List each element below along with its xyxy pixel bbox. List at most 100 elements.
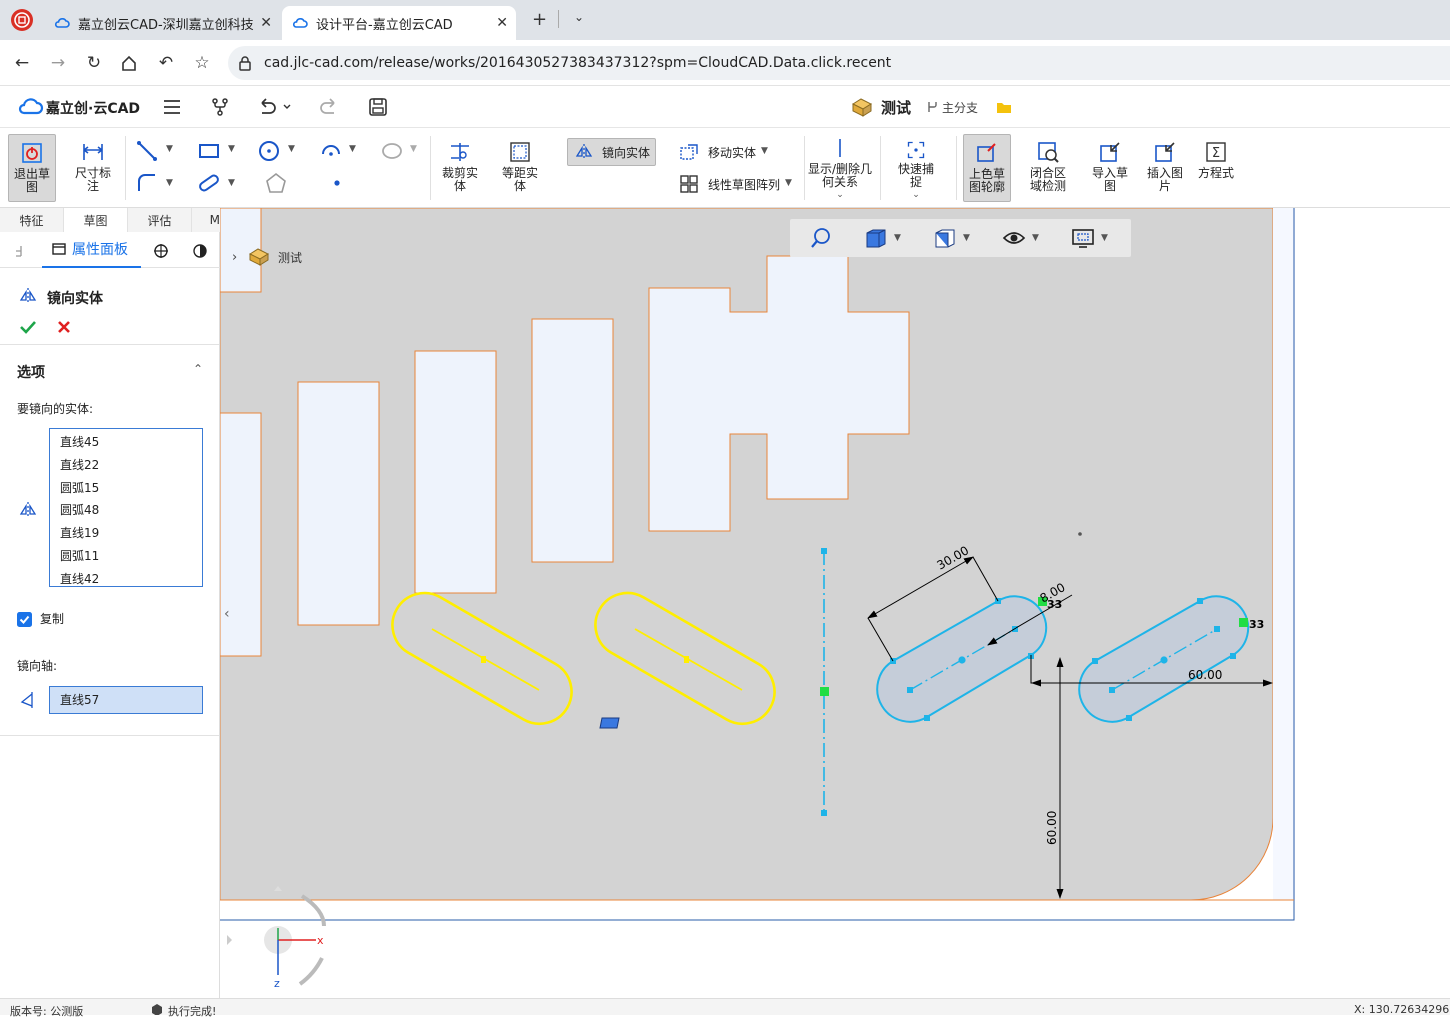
- linear-pattern-icon[interactable]: [678, 173, 700, 195]
- chevron-down-icon[interactable]: ▼: [349, 144, 356, 154]
- arc-tool-icon[interactable]: [320, 140, 342, 162]
- tab-sketch[interactable]: 草图: [64, 208, 128, 232]
- circle-tool-icon[interactable]: [258, 140, 280, 162]
- quick-snap-button[interactable]: 快速捕捉 ⌄: [892, 134, 940, 202]
- undo-icon[interactable]: [256, 97, 292, 117]
- tree-icon[interactable]: [14, 245, 28, 257]
- tab-property-label: 属性面板: [72, 242, 128, 258]
- tab-property-panel[interactable]: 属性面板: [42, 232, 141, 268]
- rectangle-tool-icon[interactable]: [198, 140, 220, 162]
- save-icon[interactable]: [368, 97, 388, 117]
- shade-sketch-button[interactable]: 上色草图轮廓: [963, 134, 1011, 202]
- fillet-tool-icon[interactable]: [136, 172, 158, 194]
- browser-logo-icon[interactable]: [10, 8, 34, 32]
- list-item[interactable]: 圆弧11: [50, 545, 202, 568]
- equation-button[interactable]: Σ 方程式: [1192, 134, 1240, 202]
- mirror-button[interactable]: 镜向实体: [567, 138, 656, 166]
- close-icon[interactable]: ✕: [496, 15, 508, 31]
- closed-check-button[interactable]: 闭合区域检测: [1024, 134, 1072, 202]
- line-tool-icon[interactable]: [136, 140, 158, 162]
- reload-icon[interactable]: ↻: [82, 51, 106, 75]
- collapse-panel-icon[interactable]: ‹: [224, 606, 230, 622]
- home-icon[interactable]: [120, 54, 138, 72]
- list-item[interactable]: 圆弧15: [50, 477, 202, 500]
- cancel-x-icon[interactable]: [57, 320, 71, 334]
- zoom-icon[interactable]: [810, 227, 832, 249]
- move-entity-icon[interactable]: [678, 140, 700, 162]
- display-style-icon[interactable]: [933, 227, 957, 249]
- browser-tab-2[interactable]: 设计平台-嘉立创云CAD ✕: [282, 6, 516, 40]
- entities-list[interactable]: 直线45 直线22 圆弧15 圆弧48 直线19 圆弧11 直线42: [49, 428, 203, 587]
- copy-checkbox[interactable]: [17, 612, 32, 627]
- chevron-down-icon[interactable]: ⌄: [836, 189, 844, 202]
- appearance-icon[interactable]: [192, 243, 208, 259]
- list-item[interactable]: 直线22: [50, 454, 202, 477]
- back-icon[interactable]: ←: [10, 51, 34, 75]
- svg-text:Σ: Σ: [1212, 146, 1220, 161]
- options-section-title[interactable]: 选项: [17, 362, 45, 382]
- slot-tool-icon[interactable]: [198, 172, 220, 194]
- chevron-down-icon[interactable]: ▼: [1101, 233, 1108, 243]
- doc-title[interactable]: 测试: [881, 97, 911, 118]
- chevron-down-icon[interactable]: ▼: [228, 144, 235, 154]
- chevron-down-icon[interactable]: ▼: [785, 178, 792, 188]
- list-item[interactable]: 直线45: [50, 431, 202, 454]
- confirm-check-icon[interactable]: [19, 319, 37, 335]
- url-text: cad.jlc-cad.com/release/works/2016430527…: [264, 55, 892, 71]
- browser-tab-1[interactable]: 嘉立创云CAD-深圳嘉立创科技 ✕: [44, 6, 280, 40]
- linear-pattern-label[interactable]: 线性草图阵列: [708, 176, 780, 193]
- cad-viewport[interactable]: 30.00 8.00 60.00 60.00 33 33 x z › 测试 ▼ …: [220, 208, 1450, 998]
- folder-icon[interactable]: [996, 100, 1012, 114]
- show-relations-button[interactable]: 显示/删除几何关系 ⌄: [806, 134, 874, 202]
- crosshair-icon[interactable]: [153, 243, 169, 259]
- chevron-down-icon[interactable]: ▼: [166, 144, 173, 154]
- mirror-axis-field[interactable]: 直线57: [49, 686, 203, 714]
- forward-icon[interactable]: →: [46, 51, 70, 75]
- chevron-down-icon[interactable]: ⌄: [912, 189, 920, 202]
- point-tool-icon[interactable]: [326, 172, 348, 194]
- chevron-down-icon[interactable]: ▼: [894, 233, 901, 243]
- ellipse-tool-icon[interactable]: [381, 140, 403, 162]
- show-relations-label: 显示/删除几何关系: [807, 162, 873, 189]
- list-item[interactable]: 直线19: [50, 522, 202, 545]
- chevron-down-icon[interactable]: ▼: [228, 178, 235, 188]
- chevron-down-icon[interactable]: ▼: [410, 144, 417, 154]
- screen-icon[interactable]: [1071, 227, 1095, 249]
- chevron-down-icon[interactable]: ⌄: [574, 10, 584, 24]
- trim-button[interactable]: 裁剪实体: [436, 134, 484, 202]
- offset-button[interactable]: 等距实体: [496, 134, 544, 202]
- list-item[interactable]: 圆弧48: [50, 499, 202, 522]
- close-icon[interactable]: ✕: [260, 15, 272, 31]
- move-entity-label[interactable]: 移动实体: [708, 144, 756, 161]
- import-sketch-button[interactable]: 导入草图: [1086, 134, 1134, 202]
- tree-root-label[interactable]: 测试: [278, 249, 302, 266]
- view-orientation-icon[interactable]: [864, 227, 888, 249]
- redo-icon[interactable]: [318, 97, 340, 117]
- copy-label[interactable]: 复制: [40, 610, 64, 627]
- chevron-down-icon[interactable]: ▼: [963, 233, 970, 243]
- dimension-button[interactable]: 尺寸标注: [70, 134, 116, 202]
- chevron-down-icon[interactable]: ▼: [288, 144, 295, 154]
- url-field[interactable]: cad.jlc-cad.com/release/works/2016430527…: [228, 46, 1450, 80]
- dim-60-horizontal-label[interactable]: 60.00: [1188, 668, 1222, 682]
- tab-evaluate[interactable]: 评估: [128, 208, 192, 232]
- chevron-up-icon[interactable]: ⌃: [193, 362, 203, 376]
- sketch-drawing[interactable]: 30.00 8.00 60.00 60.00 33 33 x z: [220, 208, 1450, 998]
- list-item[interactable]: 直线42: [50, 568, 202, 586]
- chevron-down-icon[interactable]: ▼: [761, 146, 768, 156]
- tree-expand-icon[interactable]: ›: [232, 250, 237, 265]
- chevron-down-icon[interactable]: ▼: [166, 178, 173, 188]
- exit-sketch-button[interactable]: 退出草图: [8, 134, 56, 202]
- undo-icon[interactable]: ↶: [154, 51, 178, 75]
- tab-feature[interactable]: 特征: [0, 208, 64, 232]
- menu-icon[interactable]: [162, 98, 182, 116]
- eye-icon[interactable]: [1002, 227, 1026, 249]
- branch-icon[interactable]: [210, 97, 230, 117]
- branch-label[interactable]: 主分支: [942, 99, 978, 116]
- insert-image-button[interactable]: 插入图片: [1141, 134, 1189, 202]
- star-icon[interactable]: ☆: [190, 51, 214, 75]
- new-tab-icon[interactable]: +: [532, 9, 547, 30]
- chevron-down-icon[interactable]: ▼: [1032, 233, 1039, 243]
- polygon-tool-icon[interactable]: [265, 172, 287, 194]
- dim-60-vertical-label[interactable]: 60.00: [1045, 811, 1059, 845]
